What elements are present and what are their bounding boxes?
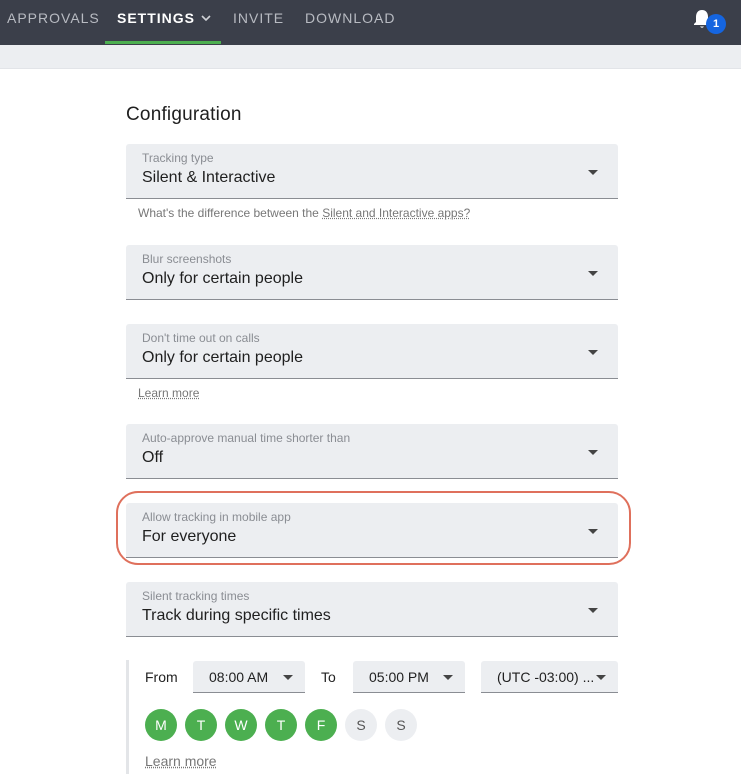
tracking-type-label: Tracking type: [142, 151, 214, 165]
blur-screenshots-select[interactable]: Blur screenshots Only for certain people: [126, 245, 618, 300]
page-title: Configuration: [126, 104, 242, 125]
auto-approve-label: Auto-approve manual time shorter than: [142, 431, 351, 445]
notification-badge: 1: [706, 14, 726, 34]
from-label: From: [145, 669, 178, 685]
mobile-tracking-label: Allow tracking in mobile app: [142, 510, 291, 524]
silent-times-value: Track during specific times: [142, 607, 331, 624]
tab-settings[interactable]: SETTINGS: [117, 10, 211, 26]
schedule-learn-more-link[interactable]: Learn more: [145, 753, 217, 769]
day-toggle-wednesday[interactable]: W: [225, 709, 257, 741]
to-time-select[interactable]: 05:00 PM: [353, 661, 465, 693]
dropdown-arrow-icon: [596, 675, 606, 680]
tab-settings-label: SETTINGS: [117, 10, 196, 26]
day-toggle-friday[interactable]: F: [305, 709, 337, 741]
schedule-indent-bar: [126, 660, 129, 774]
dropdown-arrow-icon: [443, 675, 453, 680]
auto-approve-select[interactable]: Auto-approve manual time shorter than Of…: [126, 424, 618, 479]
tracking-type-helper-text: What's the difference between the: [138, 206, 323, 220]
blur-screenshots-value: Only for certain people: [142, 270, 303, 287]
to-label: To: [321, 669, 336, 685]
silent-interactive-link[interactable]: Silent and Interactive apps?: [322, 206, 470, 220]
day-toggle-thursday[interactable]: T: [265, 709, 297, 741]
sub-header-bar: [0, 45, 741, 69]
dropdown-arrow-icon: [588, 608, 598, 613]
day-toggle-monday[interactable]: M: [145, 709, 177, 741]
tracking-type-helper: What's the difference between the Silent…: [138, 206, 470, 220]
dropdown-arrow-icon: [588, 450, 598, 455]
top-nav: APPROVALS SETTINGS INVITE DOWNLOAD 1: [0, 0, 741, 45]
active-tab-indicator: [105, 41, 221, 44]
tracking-type-value: Silent & Interactive: [142, 169, 276, 186]
calls-timeout-select[interactable]: Don't time out on calls Only for certain…: [126, 324, 618, 379]
timezone-select[interactable]: (UTC -03:00) ...: [481, 661, 618, 693]
day-toggle-tuesday[interactable]: T: [185, 709, 217, 741]
calls-timeout-value: Only for certain people: [142, 349, 303, 366]
tracking-type-select[interactable]: Tracking type Silent & Interactive: [126, 144, 618, 199]
day-toggle-sunday[interactable]: S: [385, 709, 417, 741]
mobile-tracking-select[interactable]: Allow tracking in mobile app For everyon…: [126, 503, 618, 558]
dropdown-arrow-icon: [588, 350, 598, 355]
mobile-tracking-value: For everyone: [142, 528, 237, 545]
blur-screenshots-label: Blur screenshots: [142, 252, 232, 266]
dropdown-arrow-icon: [283, 675, 293, 680]
calls-timeout-helper: Learn more: [138, 386, 199, 400]
timezone-value: (UTC -03:00) ...: [497, 669, 595, 685]
tab-approvals[interactable]: APPROVALS: [7, 10, 100, 26]
auto-approve-value: Off: [142, 449, 164, 466]
tab-invite[interactable]: INVITE: [233, 10, 284, 26]
silent-times-select[interactable]: Silent tracking times Track during speci…: [126, 582, 618, 637]
from-time-value: 08:00 AM: [209, 669, 269, 685]
dropdown-arrow-icon: [588, 170, 598, 175]
from-time-select[interactable]: 08:00 AM: [193, 661, 305, 693]
to-time-value: 05:00 PM: [369, 669, 429, 685]
dropdown-arrow-icon: [588, 271, 598, 276]
silent-times-label: Silent tracking times: [142, 589, 250, 603]
dropdown-arrow-icon: [588, 529, 598, 534]
tab-download[interactable]: DOWNLOAD: [305, 10, 395, 26]
day-toggle-saturday[interactable]: S: [345, 709, 377, 741]
calls-timeout-label: Don't time out on calls: [142, 331, 260, 345]
chevron-down-icon: [201, 15, 211, 21]
calls-learn-more-link[interactable]: Learn more: [138, 386, 199, 400]
